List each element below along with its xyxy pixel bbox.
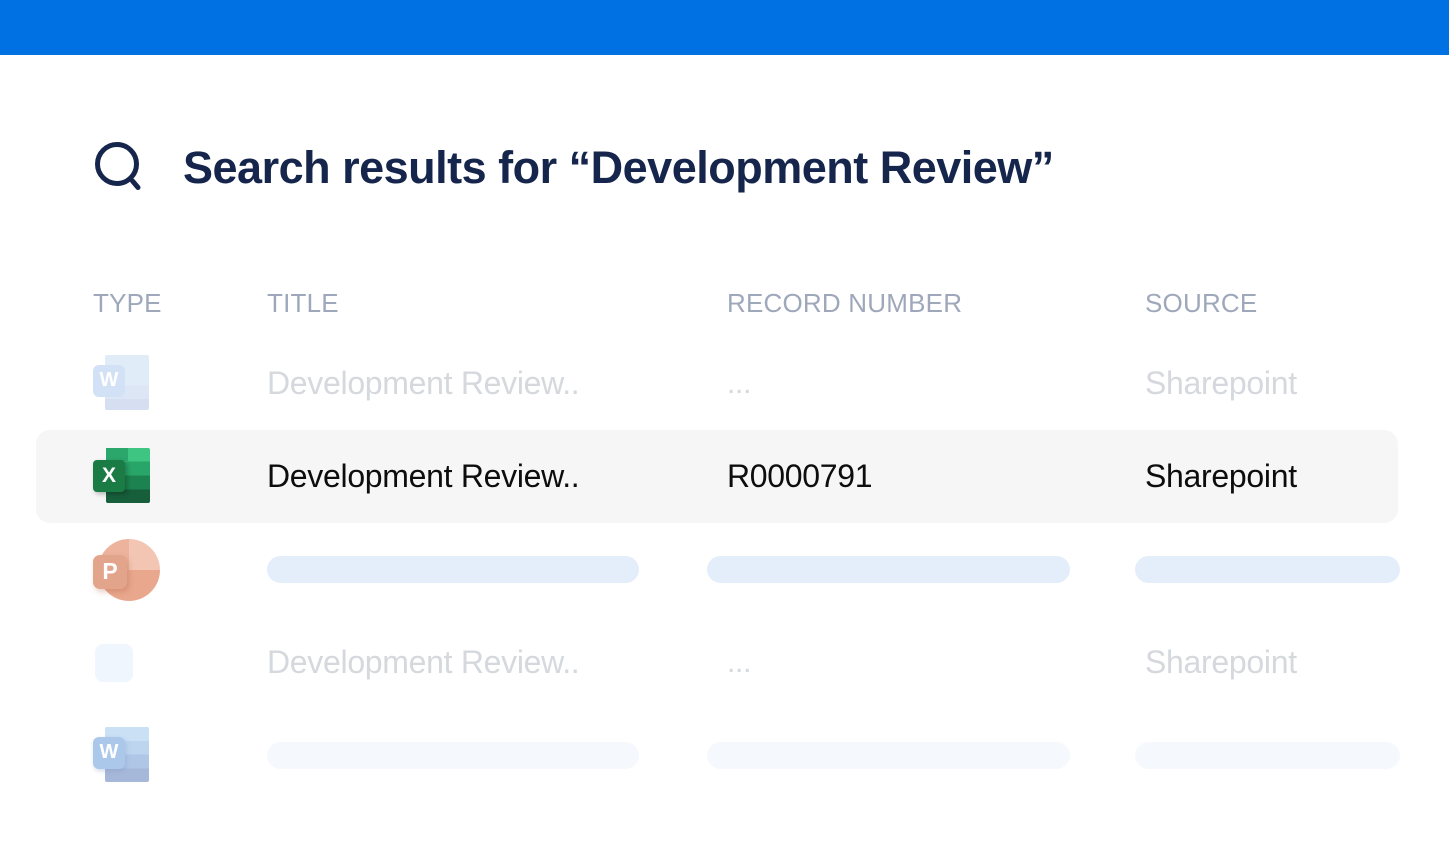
column-header-type: TYPE <box>93 287 162 318</box>
result-row-powerpoint-placeholder[interactable]: P <box>36 523 1400 616</box>
result-row-word-faded[interactable]: W Development Review.. ... Sharepoint <box>36 337 1398 430</box>
column-header-source: SOURCE <box>1145 287 1258 318</box>
result-title: Development Review.. <box>267 458 580 494</box>
result-record-number: R0000791 <box>727 458 873 494</box>
result-row-excel-selected[interactable]: X Development Review.. R0000791 Sharepoi… <box>36 430 1398 523</box>
result-title: Development Review.. <box>267 644 580 680</box>
result-source: Sharepoint <box>1145 644 1297 680</box>
blank-type-icon <box>95 643 133 682</box>
record-placeholder-pill <box>707 556 1070 583</box>
excel-icon-letter: X <box>93 459 125 492</box>
word-icon-letter: W <box>93 364 125 397</box>
result-row-blank-faded[interactable]: Development Review.. ... Sharepoint <box>36 616 1398 709</box>
excel-file-icon: X <box>93 446 159 508</box>
column-header-record: RECORD NUMBER <box>727 287 963 318</box>
results-table: TYPE TITLE RECORD NUMBER SOURCE W Develo… <box>36 285 1400 802</box>
result-row-word-placeholder[interactable]: W <box>36 709 1400 802</box>
title-placeholder-pill <box>267 556 639 583</box>
source-placeholder-pill <box>1135 742 1400 769</box>
table-header-row: TYPE TITLE RECORD NUMBER SOURCE <box>36 285 1398 321</box>
search-icon <box>95 142 141 190</box>
title-placeholder-pill <box>267 742 639 769</box>
column-header-title: TITLE <box>267 287 339 318</box>
source-placeholder-pill <box>1135 556 1400 583</box>
search-results-page: Search results for “Development Review” … <box>0 137 1449 802</box>
result-record-number: ... <box>727 366 752 400</box>
powerpoint-icon-letter: P <box>93 554 127 589</box>
word-icon-letter: W <box>93 736 125 769</box>
record-placeholder-pill <box>707 742 1070 769</box>
page-title: Search results for “Development Review” <box>183 142 1054 193</box>
word-file-icon: W <box>93 353 159 415</box>
result-record-number: ... <box>727 645 752 679</box>
result-title: Development Review.. <box>267 365 580 401</box>
powerpoint-file-icon: P <box>93 538 160 601</box>
table-body: W Development Review.. ... Sharepoint X … <box>36 337 1400 802</box>
result-source: Sharepoint <box>1145 458 1297 494</box>
word-file-icon: W <box>93 725 159 787</box>
page-header: Search results for “Development Review” <box>93 137 1449 199</box>
result-source: Sharepoint <box>1145 365 1297 401</box>
top-bar <box>0 0 1449 55</box>
